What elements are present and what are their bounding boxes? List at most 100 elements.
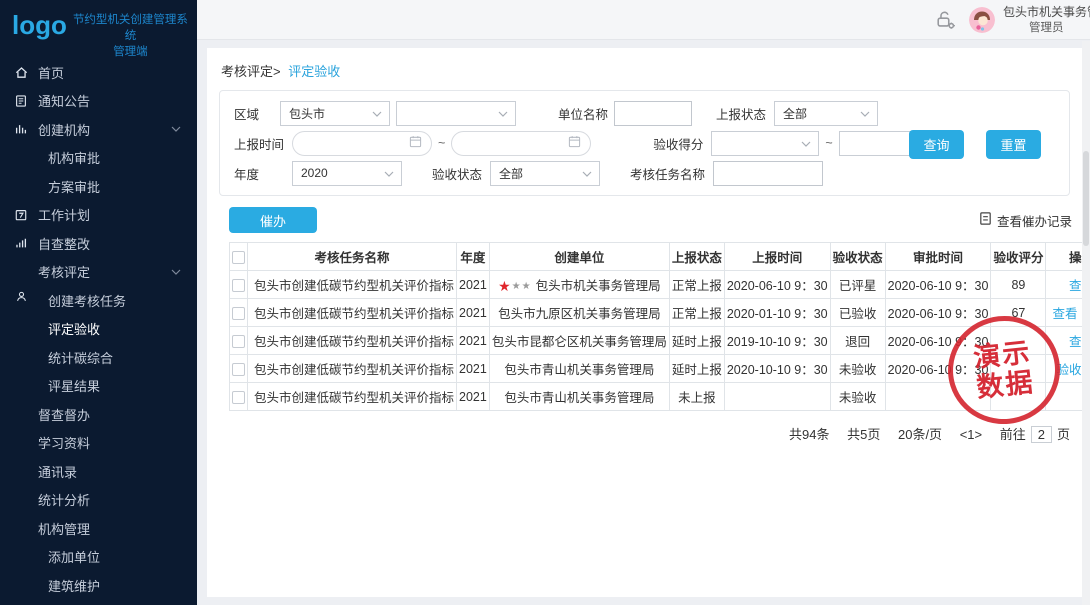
- row-checkbox[interactable]: [232, 363, 245, 376]
- filter-row-1: 区域 包头市 单位名称 上报状态 全部: [234, 98, 1055, 128]
- cell-report-status: 延时上报: [669, 355, 724, 383]
- sidebar-item-self-check[interactable]: 自查整改: [0, 229, 197, 258]
- filter-buttons: 查询 重置: [909, 130, 1041, 159]
- scrollbar-thumb[interactable]: [1083, 151, 1089, 246]
- cell-accept-status: 未验收: [830, 383, 885, 411]
- cell-score: 67: [991, 299, 1046, 327]
- view-urge-records-link[interactable]: 查看催办记录: [978, 211, 1072, 230]
- breadcrumb-current[interactable]: 评定验收: [288, 64, 340, 79]
- sidebar-item-org-management[interactable]: 机构管理: [0, 514, 197, 543]
- sidebar-item-work-plan[interactable]: 工作计划: [0, 201, 197, 230]
- report-status-label: 上报状态: [716, 104, 766, 123]
- sidebar: logo 节约型机关创建管理系统 管理端 首页 通知公告 创建机构 机构审批 方…: [0, 0, 197, 605]
- sidebar-item-contacts[interactable]: 通讯录: [0, 457, 197, 486]
- view-link[interactable]: 查看: [1052, 307, 1077, 321]
- row-checkbox[interactable]: [232, 335, 245, 348]
- breadcrumb: 考核评定> 评定验收: [207, 48, 1082, 90]
- results-table: 考核任务名称 年度 创建单位 上报状态 上报时间 验收状态 审批时间 验收评分 …: [229, 242, 1090, 411]
- cell-report-time: 2020-06-10 9：30: [724, 271, 830, 299]
- sidebar-item-add-unit[interactable]: 添加单位: [0, 543, 197, 572]
- cell-score: [991, 327, 1046, 355]
- calendar-icon: [409, 135, 422, 151]
- cell-accept-status: 退回: [830, 327, 885, 355]
- chevron-down-icon: [498, 106, 508, 120]
- cell-approve-time: 2020-06-10 9：30: [885, 271, 991, 299]
- next-page-button[interactable]: >: [975, 427, 983, 442]
- sidebar-item-label: 自查整改: [38, 234, 90, 253]
- year-select[interactable]: 2020: [292, 161, 402, 186]
- sidebar-item-assessment[interactable]: 考核评定: [0, 258, 197, 287]
- cell-score: [991, 355, 1046, 383]
- goto-label: 前往: [1000, 427, 1026, 442]
- sidebar-item-statistics[interactable]: 统计分析: [0, 486, 197, 515]
- sidebar-item-create-task[interactable]: 创建考核任务: [0, 286, 197, 315]
- unit-name-label: 单位名称: [558, 104, 608, 123]
- cell-report-status: 正常上报: [669, 299, 724, 327]
- user-info[interactable]: 包头市机关事务管理局 管理员: [1003, 4, 1090, 36]
- sidebar-item-building-maintenance[interactable]: 建筑维护: [0, 571, 197, 600]
- sidebar-item-label: 创建机构: [38, 120, 90, 139]
- user-icon: [13, 288, 29, 304]
- search-button[interactable]: 查询: [909, 130, 964, 159]
- sidebar-item-label: 通知公告: [38, 91, 90, 110]
- cell-report-status: 未上报: [669, 383, 724, 411]
- row-checkbox[interactable]: [232, 307, 245, 320]
- urge-button[interactable]: 催办: [229, 207, 317, 233]
- sidebar-item-org-approval[interactable]: 机构审批: [0, 144, 197, 173]
- cell-approve-time: 2020-06-10 9：30: [885, 327, 991, 355]
- sidebar-item-notices[interactable]: 通知公告: [0, 87, 197, 116]
- sidebar-item-label: 评星结果: [48, 376, 100, 395]
- cell-year: 2021: [457, 355, 490, 383]
- sidebar-menu: 首页 通知公告 创建机构 机构审批 方案审批 工作计划 自查整改 考核评定 创建…: [0, 54, 197, 600]
- col-header-accept-status: 验收状态: [830, 243, 885, 271]
- table-row: 包头市创建低碳节约型机关评价指标 2021 包头市青山机关事务管理局 延时上报 …: [230, 355, 1090, 383]
- sidebar-item-label: 统计分析: [38, 490, 90, 509]
- unit-name-input[interactable]: [614, 101, 692, 126]
- sidebar-item-label: 建筑维护: [48, 576, 100, 595]
- star-empty-icon: ★: [522, 281, 532, 292]
- sidebar-item-label: 评定验收: [48, 319, 100, 338]
- notice-icon: [13, 93, 29, 109]
- cell-unit: ★★★包头市机关事务管理局: [489, 271, 669, 299]
- region-select[interactable]: 包头市: [280, 101, 390, 126]
- goto-page-input[interactable]: 2: [1031, 426, 1052, 443]
- lock-settings-icon[interactable]: [935, 9, 957, 36]
- cell-year: 2021: [457, 327, 490, 355]
- sidebar-item-create-org[interactable]: 创建机构: [0, 115, 197, 144]
- home-icon: [13, 64, 29, 80]
- task-name-input[interactable]: [713, 161, 823, 186]
- region-sub-select[interactable]: [396, 101, 516, 126]
- sidebar-item-label: 统计碳综合: [48, 348, 113, 367]
- score-min-select[interactable]: [711, 131, 819, 156]
- avatar[interactable]: [969, 7, 995, 33]
- report-time-start-input[interactable]: [292, 131, 432, 156]
- col-header-score: 验收评分: [991, 243, 1046, 271]
- select-all-checkbox[interactable]: [232, 251, 245, 264]
- sidebar-item-star-results[interactable]: 评星结果: [0, 372, 197, 401]
- sidebar-item-carbon-stats[interactable]: 统计碳综合: [0, 343, 197, 372]
- row-checkbox[interactable]: [232, 279, 245, 292]
- sidebar-item-evaluation-acceptance[interactable]: 评定验收: [0, 315, 197, 344]
- sidebar-item-study-materials[interactable]: 学习资料: [0, 429, 197, 458]
- report-time-end-input[interactable]: [451, 131, 591, 156]
- cell-accept-status: 未验收: [830, 355, 885, 383]
- row-checkbox[interactable]: [232, 391, 245, 404]
- system-title-line1: 节约型机关创建管理系统: [72, 12, 189, 44]
- chevron-down-icon: [582, 166, 592, 180]
- plan-icon: [13, 207, 29, 223]
- report-status-select[interactable]: 全部: [774, 101, 878, 126]
- sidebar-item-supervision[interactable]: 督查督办: [0, 400, 197, 429]
- cell-task: 包头市创建低碳节约型机关评价指标: [248, 383, 457, 411]
- sidebar-item-label: 添加单位: [48, 547, 100, 566]
- cell-unit: 包头市青山机关事务管理局: [489, 383, 669, 411]
- cell-report-time: 2020-01-10 9：30: [724, 299, 830, 327]
- sidebar-item-plan-approval[interactable]: 方案审批: [0, 172, 197, 201]
- cell-task: 包头市创建低碳节约型机关评价指标: [248, 327, 457, 355]
- accept-status-select[interactable]: 全部: [490, 161, 600, 186]
- year-label: 年度: [234, 164, 292, 183]
- sidebar-item-home[interactable]: 首页: [0, 58, 197, 87]
- current-page[interactable]: 1: [967, 427, 974, 442]
- reset-button[interactable]: 重置: [986, 130, 1041, 159]
- accept-status-select-value: 全部: [499, 165, 523, 182]
- filter-panel: 考核评定> 评定验收 区域 包头市 单位名称 上报状态 全部 上报时间: [207, 48, 1082, 205]
